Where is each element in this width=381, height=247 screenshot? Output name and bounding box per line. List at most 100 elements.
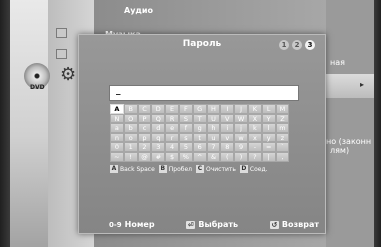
- keyboard-key[interactable]: ~: [110, 151, 124, 162]
- keyboard-key[interactable]: C: [137, 104, 152, 114]
- keyboard-key[interactable]: 2: [137, 142, 152, 152]
- keyboard-key[interactable]: o: [123, 132, 138, 143]
- keyboard-key[interactable]: U: [206, 113, 221, 124]
- space-action[interactable]: B Пробел: [158, 165, 192, 173]
- keyboard-key[interactable]: W: [234, 113, 248, 124]
- keyboard-key[interactable]: v: [220, 132, 235, 143]
- keyboard-key[interactable]: b: [123, 123, 138, 133]
- keyboard-key[interactable]: 7: [206, 142, 221, 152]
- keyboard-key[interactable]: r: [165, 132, 179, 143]
- keyboard-key[interactable]: X: [247, 113, 262, 124]
- keyboard-key[interactable]: 3: [151, 142, 166, 152]
- keyboard-key[interactable]: F: [178, 104, 193, 114]
- keyboard-key[interactable]: J: [234, 104, 248, 114]
- backspace-action[interactable]: A Back Space: [110, 165, 155, 173]
- keyboard-key[interactable]: w: [234, 132, 248, 143]
- keyboard-key[interactable]: 9: [234, 142, 248, 152]
- keyboard-key[interactable]: S: [178, 113, 193, 124]
- number-keys-icon: 0-9: [109, 220, 122, 229]
- keyboard-key[interactable]: z: [275, 132, 290, 143]
- keyboard-key[interactable]: n: [110, 132, 124, 143]
- keyboard-key[interactable]: a: [110, 123, 124, 133]
- keyboard-key[interactable]: O: [123, 113, 138, 124]
- select-hint[interactable]: ⏎ Выбрать: [186, 220, 238, 229]
- keyboard-key[interactable]: P: [137, 113, 152, 124]
- keyboard-key[interactable]: f: [178, 123, 193, 133]
- keyboard-key[interactable]: &: [206, 151, 221, 162]
- keyboard-key[interactable]: #: [151, 151, 166, 162]
- keyboard-key[interactable]: c: [137, 123, 152, 133]
- keyboard-key[interactable]: K: [247, 104, 262, 114]
- d-button-icon: D: [239, 165, 248, 173]
- c-button-icon: C: [195, 165, 204, 173]
- keyboard-key[interactable]: 0: [110, 142, 124, 152]
- keyboard-key[interactable]: |: [261, 151, 276, 162]
- keyboard-key[interactable]: ): [234, 151, 248, 162]
- keyboard-key[interactable]: !: [123, 151, 138, 162]
- password-input[interactable]: _: [109, 85, 299, 101]
- gear-icon[interactable]: ⚙: [60, 66, 76, 84]
- keyboard-key[interactable]: x: [247, 132, 262, 143]
- keyboard-key[interactable]: V: [220, 113, 235, 124]
- keyboard-key[interactable]: u: [206, 132, 221, 143]
- keyboard-key[interactable]: d: [151, 123, 166, 133]
- keyboard-key[interactable]: Y: [261, 113, 276, 124]
- onscreen-keyboard: ABCDEFGHIJKLM NOPQRSTUVWXYZabcdefghijklm n…: [110, 104, 290, 162]
- keyboard-key[interactable]: N: [110, 113, 124, 124]
- keyboard-key[interactable]: g: [192, 123, 207, 133]
- keyboard-key[interactable]: p: [137, 132, 152, 143]
- keyboard-key[interactable]: 8: [220, 142, 235, 152]
- keyboard-key[interactable]: A: [110, 104, 124, 114]
- keyboard-key[interactable]: k: [247, 123, 262, 133]
- keyboard-key[interactable]: y: [261, 132, 276, 143]
- keyboard-key[interactable]: -: [247, 142, 262, 152]
- connect-action[interactable]: D Соед.: [239, 165, 268, 173]
- keyboard-key[interactable]: ,: [275, 151, 290, 162]
- keyboard-key[interactable]: s: [178, 132, 193, 143]
- keyboard-key[interactable]: 6: [192, 142, 207, 152]
- keyboard-key[interactable]: `: [275, 142, 290, 152]
- keyboard-key[interactable]: M: [275, 104, 290, 114]
- menu-value-column: [326, 0, 374, 247]
- keyboard-key[interactable]: H: [206, 104, 221, 114]
- menu-value-text-3: лям): [330, 146, 350, 155]
- clear-action[interactable]: C Очистить: [195, 165, 236, 173]
- keyboard-key[interactable]: 1: [123, 142, 138, 152]
- keyboard-key[interactable]: I: [220, 104, 235, 114]
- keyboard-key[interactable]: 4: [165, 142, 179, 152]
- keyboard-key[interactable]: e: [165, 123, 179, 133]
- keyboard-key[interactable]: l: [261, 123, 276, 133]
- keyboard-key[interactable]: G: [192, 104, 207, 114]
- keyboard-key[interactable]: D: [151, 104, 166, 114]
- keyboard-key[interactable]: Z: [275, 113, 290, 124]
- return-icon: ↺: [269, 220, 279, 229]
- keyboard-key[interactable]: 5: [178, 142, 193, 152]
- keyboard-key[interactable]: $: [165, 151, 179, 162]
- keyboard-key[interactable]: i: [220, 123, 235, 133]
- audio-category-title: Аудио: [124, 6, 153, 15]
- keyboard-key[interactable]: (: [220, 151, 235, 162]
- return-hint[interactable]: ↺ Возврат: [269, 220, 319, 229]
- number-label: Номер: [124, 220, 155, 229]
- right-black-border: [374, 0, 381, 247]
- keyboard-key[interactable]: t: [192, 132, 207, 143]
- keyboard-key[interactable]: T: [192, 113, 207, 124]
- keyboard-key[interactable]: E: [165, 104, 179, 114]
- keyboard-key[interactable]: R: [165, 113, 179, 124]
- keyboard-key[interactable]: m: [275, 123, 290, 133]
- keyboard-key[interactable]: ^: [192, 151, 207, 162]
- keyboard-key[interactable]: =: [261, 142, 276, 152]
- keyboard-key[interactable]: L: [261, 104, 276, 114]
- keyboard-key[interactable]: h: [206, 123, 221, 133]
- keyboard-key[interactable]: B: [123, 104, 138, 114]
- clear-label: Очистить: [205, 165, 236, 173]
- space-label: Пробел: [168, 165, 192, 173]
- keyboard-key[interactable]: Q: [151, 113, 166, 124]
- keyboard-key[interactable]: %: [178, 151, 193, 162]
- keyboard-key[interactable]: ?: [247, 151, 262, 162]
- keyboard-key[interactable]: @: [137, 151, 152, 162]
- screen: Аудио Музыка DVD ⚙ ная ▸ но (законн лям)…: [0, 0, 381, 247]
- dialog-footer: 0-9 Номер ⏎ Выбрать ↺ Возврат: [109, 220, 319, 229]
- keyboard-key[interactable]: q: [151, 132, 166, 143]
- keyboard-key[interactable]: j: [234, 123, 248, 133]
